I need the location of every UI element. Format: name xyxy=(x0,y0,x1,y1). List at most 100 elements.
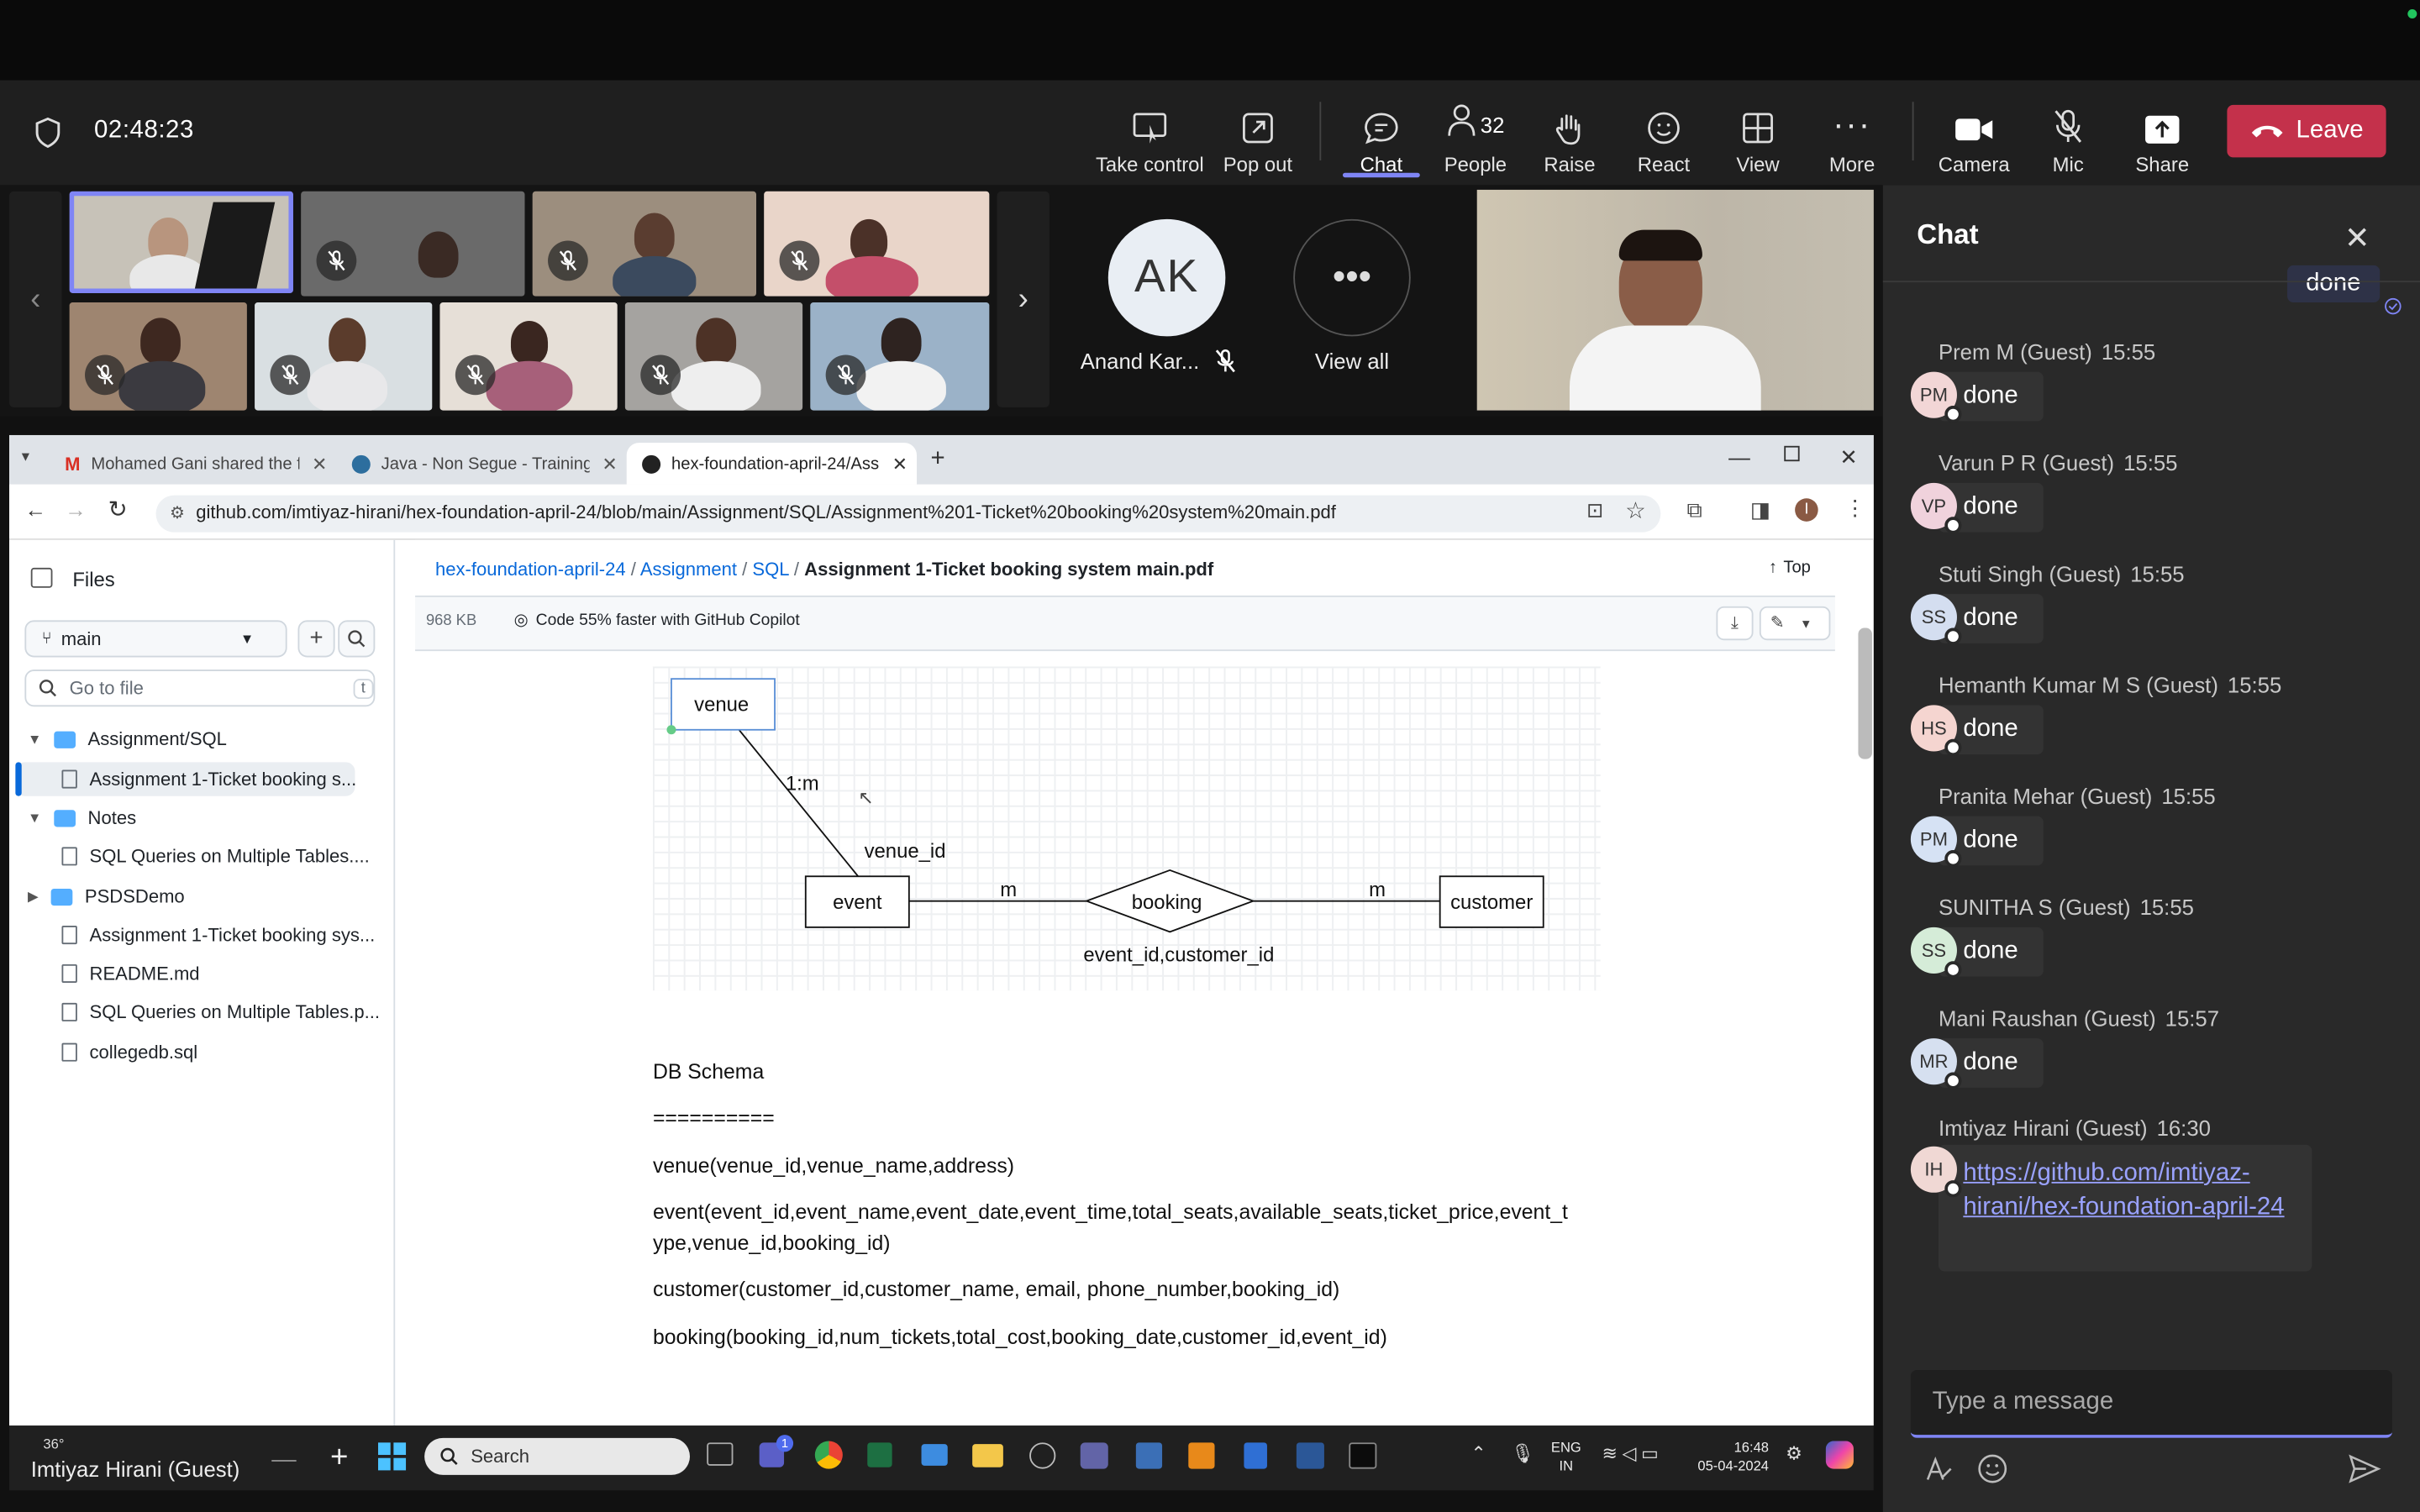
collapse-panel-icon[interactable] xyxy=(30,567,53,588)
taskbar-search[interactable]: Search xyxy=(424,1437,691,1475)
language-indicator[interactable]: ENG IN xyxy=(1551,1438,1581,1475)
breadcrumb-repo-link[interactable]: hex-foundation-april-24 xyxy=(435,559,626,580)
participant-video-tile[interactable] xyxy=(532,191,757,297)
participant-video-tile[interactable] xyxy=(439,302,618,411)
install-icon[interactable]: ⊡ xyxy=(1586,498,1603,522)
tree-file[interactable]: collegedb.sql xyxy=(61,1042,197,1063)
participant-video-tile[interactable] xyxy=(810,302,990,411)
system-tray-icons[interactable]: ≋◁▭ xyxy=(1602,1442,1664,1464)
participant-video-tile[interactable] xyxy=(69,191,293,293)
raise-hand-button[interactable]: Raise xyxy=(1536,92,1604,176)
message-input[interactable]: Type a message xyxy=(1910,1370,2392,1438)
teams-app-icon[interactable] xyxy=(1080,1442,1108,1469)
top-button[interactable]: ↑ Top xyxy=(1769,559,1811,577)
close-tab-icon[interactable]: ✕ xyxy=(602,453,617,475)
tree-file[interactable]: Assignment 1-Ticket booking sys... xyxy=(61,924,375,946)
participant-video-tile[interactable] xyxy=(255,302,433,411)
participant-video-tile[interactable] xyxy=(764,191,990,297)
url-field[interactable]: github.com/imtiyaz-hirani/hex-foundation… xyxy=(155,495,1661,533)
close-window-icon[interactable]: ✕ xyxy=(1839,444,1858,470)
site-info-icon[interactable]: ⚙ xyxy=(170,503,185,523)
participant-video-tile[interactable] xyxy=(624,302,803,411)
extensions-icon[interactable]: ⧉ xyxy=(1687,496,1702,522)
people-button[interactable]: 32 People xyxy=(1432,92,1518,176)
mic-button[interactable]: Mic xyxy=(2040,92,2096,176)
notes-icon[interactable] xyxy=(1244,1442,1267,1469)
strip-next-button[interactable]: › xyxy=(997,191,1050,407)
browser-tab[interactable]: M Mohamed Gani shared the fold ✕ xyxy=(50,443,335,485)
edit-button[interactable]: ✎ ▼ xyxy=(1759,606,1831,641)
breadcrumb-dir-link[interactable]: Assignment xyxy=(640,559,737,580)
file-explorer-icon[interactable] xyxy=(972,1444,1003,1467)
kebab-menu-icon[interactable]: ⋮ xyxy=(1844,496,1866,522)
mic-icon[interactable]: 🎙 xyxy=(1511,1442,1534,1464)
restore-icon[interactable] xyxy=(1784,445,1800,462)
download-button[interactable]: ⤓ xyxy=(1716,606,1754,641)
send-icon[interactable] xyxy=(2348,1453,2381,1484)
view-button[interactable]: View xyxy=(1724,92,1792,176)
tree-file[interactable]: SQL Queries on Multiple Tables.... xyxy=(61,846,370,867)
camera-button[interactable]: Camera xyxy=(1935,92,2012,176)
reload-icon[interactable]: ↻ xyxy=(108,496,128,522)
chrome-icon[interactable] xyxy=(814,1441,843,1469)
excel-icon[interactable] xyxy=(867,1442,892,1467)
participant-video-tile[interactable] xyxy=(69,302,247,411)
tree-file[interactable]: SQL Queries on Multiple Tables.p... xyxy=(61,1001,380,1023)
copilot-taskbar-icon[interactable] xyxy=(1825,1441,1854,1469)
app-icon[interactable] xyxy=(1029,1442,1056,1469)
breadcrumb-dir-link[interactable]: SQL xyxy=(752,559,788,580)
app-icon[interactable] xyxy=(1135,1442,1163,1469)
add-file-button[interactable]: + xyxy=(297,620,335,658)
tree-folder[interactable]: ▼ Assignment/SQL xyxy=(28,728,227,750)
back-icon[interactable]: ← xyxy=(24,496,46,521)
browser-tab[interactable]: Java - Non Segue - Training ma ✕ xyxy=(336,443,622,485)
forward-icon[interactable]: → xyxy=(65,496,87,521)
copilot-link[interactable]: ◎ Code 55% faster with GitHub Copilot xyxy=(514,611,800,629)
strip-prev-button[interactable]: ‹ xyxy=(9,191,62,407)
side-panel-icon[interactable]: ◨ xyxy=(1750,496,1770,522)
search-button[interactable] xyxy=(338,620,376,658)
pop-out-button[interactable]: Pop out xyxy=(1219,92,1297,176)
participant-avatar[interactable]: AK xyxy=(1107,218,1226,337)
go-to-file-input[interactable]: Go to file t xyxy=(24,669,376,707)
clock[interactable]: 16:48 05-04-2024 xyxy=(1697,1438,1769,1475)
browser-tab-active[interactable]: hex-foundation-april-24/Assign ✕ xyxy=(626,443,918,485)
minimize-icon[interactable]: — xyxy=(1728,444,1750,469)
more-button[interactable]: ··· More xyxy=(1818,92,1886,176)
view-all-button[interactable]: ••• xyxy=(1293,218,1411,337)
tree-folder[interactable]: ▶ PSDSDemo xyxy=(28,885,185,907)
chat-button[interactable]: Chat xyxy=(1343,92,1420,176)
app-icon[interactable] xyxy=(921,1444,948,1466)
terminal-icon[interactable] xyxy=(1349,1442,1377,1469)
star-icon[interactable]: ☆ xyxy=(1625,496,1646,524)
emoji-icon[interactable] xyxy=(1977,1453,2008,1484)
tree-file[interactable]: README.md xyxy=(61,963,200,984)
app-icon[interactable] xyxy=(1188,1442,1215,1469)
download-icon: ⤓ xyxy=(1731,614,1739,633)
chevron-up-icon[interactable]: ⌃ xyxy=(1470,1442,1486,1464)
message-link[interactable]: https://github.com/imtiyaz-hirani/hex-fo… xyxy=(1938,1144,2312,1272)
zoom-in-icon[interactable]: + xyxy=(330,1441,348,1477)
word-icon[interactable] xyxy=(1296,1442,1324,1469)
leave-button[interactable]: Leave xyxy=(2227,104,2386,158)
share-button[interactable]: Share xyxy=(2130,92,2195,176)
participant-video-tile[interactable] xyxy=(301,191,525,297)
close-tab-icon[interactable]: ✕ xyxy=(312,453,327,475)
new-tab-icon[interactable]: + xyxy=(931,446,945,474)
scrollbar-thumb[interactable] xyxy=(1858,627,1872,759)
task-view-icon[interactable] xyxy=(707,1442,734,1466)
take-control-button[interactable]: Take control xyxy=(1090,92,1210,176)
close-tab-icon[interactable]: ✕ xyxy=(892,453,908,475)
tree-file-selected[interactable]: Assignment 1-Ticket booking s... xyxy=(61,769,356,790)
windows-start-icon[interactable] xyxy=(378,1442,407,1471)
speaker-video[interactable] xyxy=(1476,189,1874,411)
zoom-out-icon[interactable]: — xyxy=(271,1447,296,1475)
react-button[interactable]: React xyxy=(1630,92,1698,176)
tab-search-icon[interactable]: ▾ xyxy=(22,449,29,465)
tree-folder[interactable]: ▼ Notes xyxy=(28,807,136,829)
profile-avatar[interactable]: I xyxy=(1795,498,1818,522)
settings-gear-icon[interactable]: ⚙ xyxy=(1786,1442,1802,1464)
format-icon[interactable] xyxy=(1923,1453,1954,1484)
close-icon[interactable]: ✕ xyxy=(2344,219,2370,258)
branch-selector[interactable]: ⑂ main ▼ xyxy=(24,620,287,658)
